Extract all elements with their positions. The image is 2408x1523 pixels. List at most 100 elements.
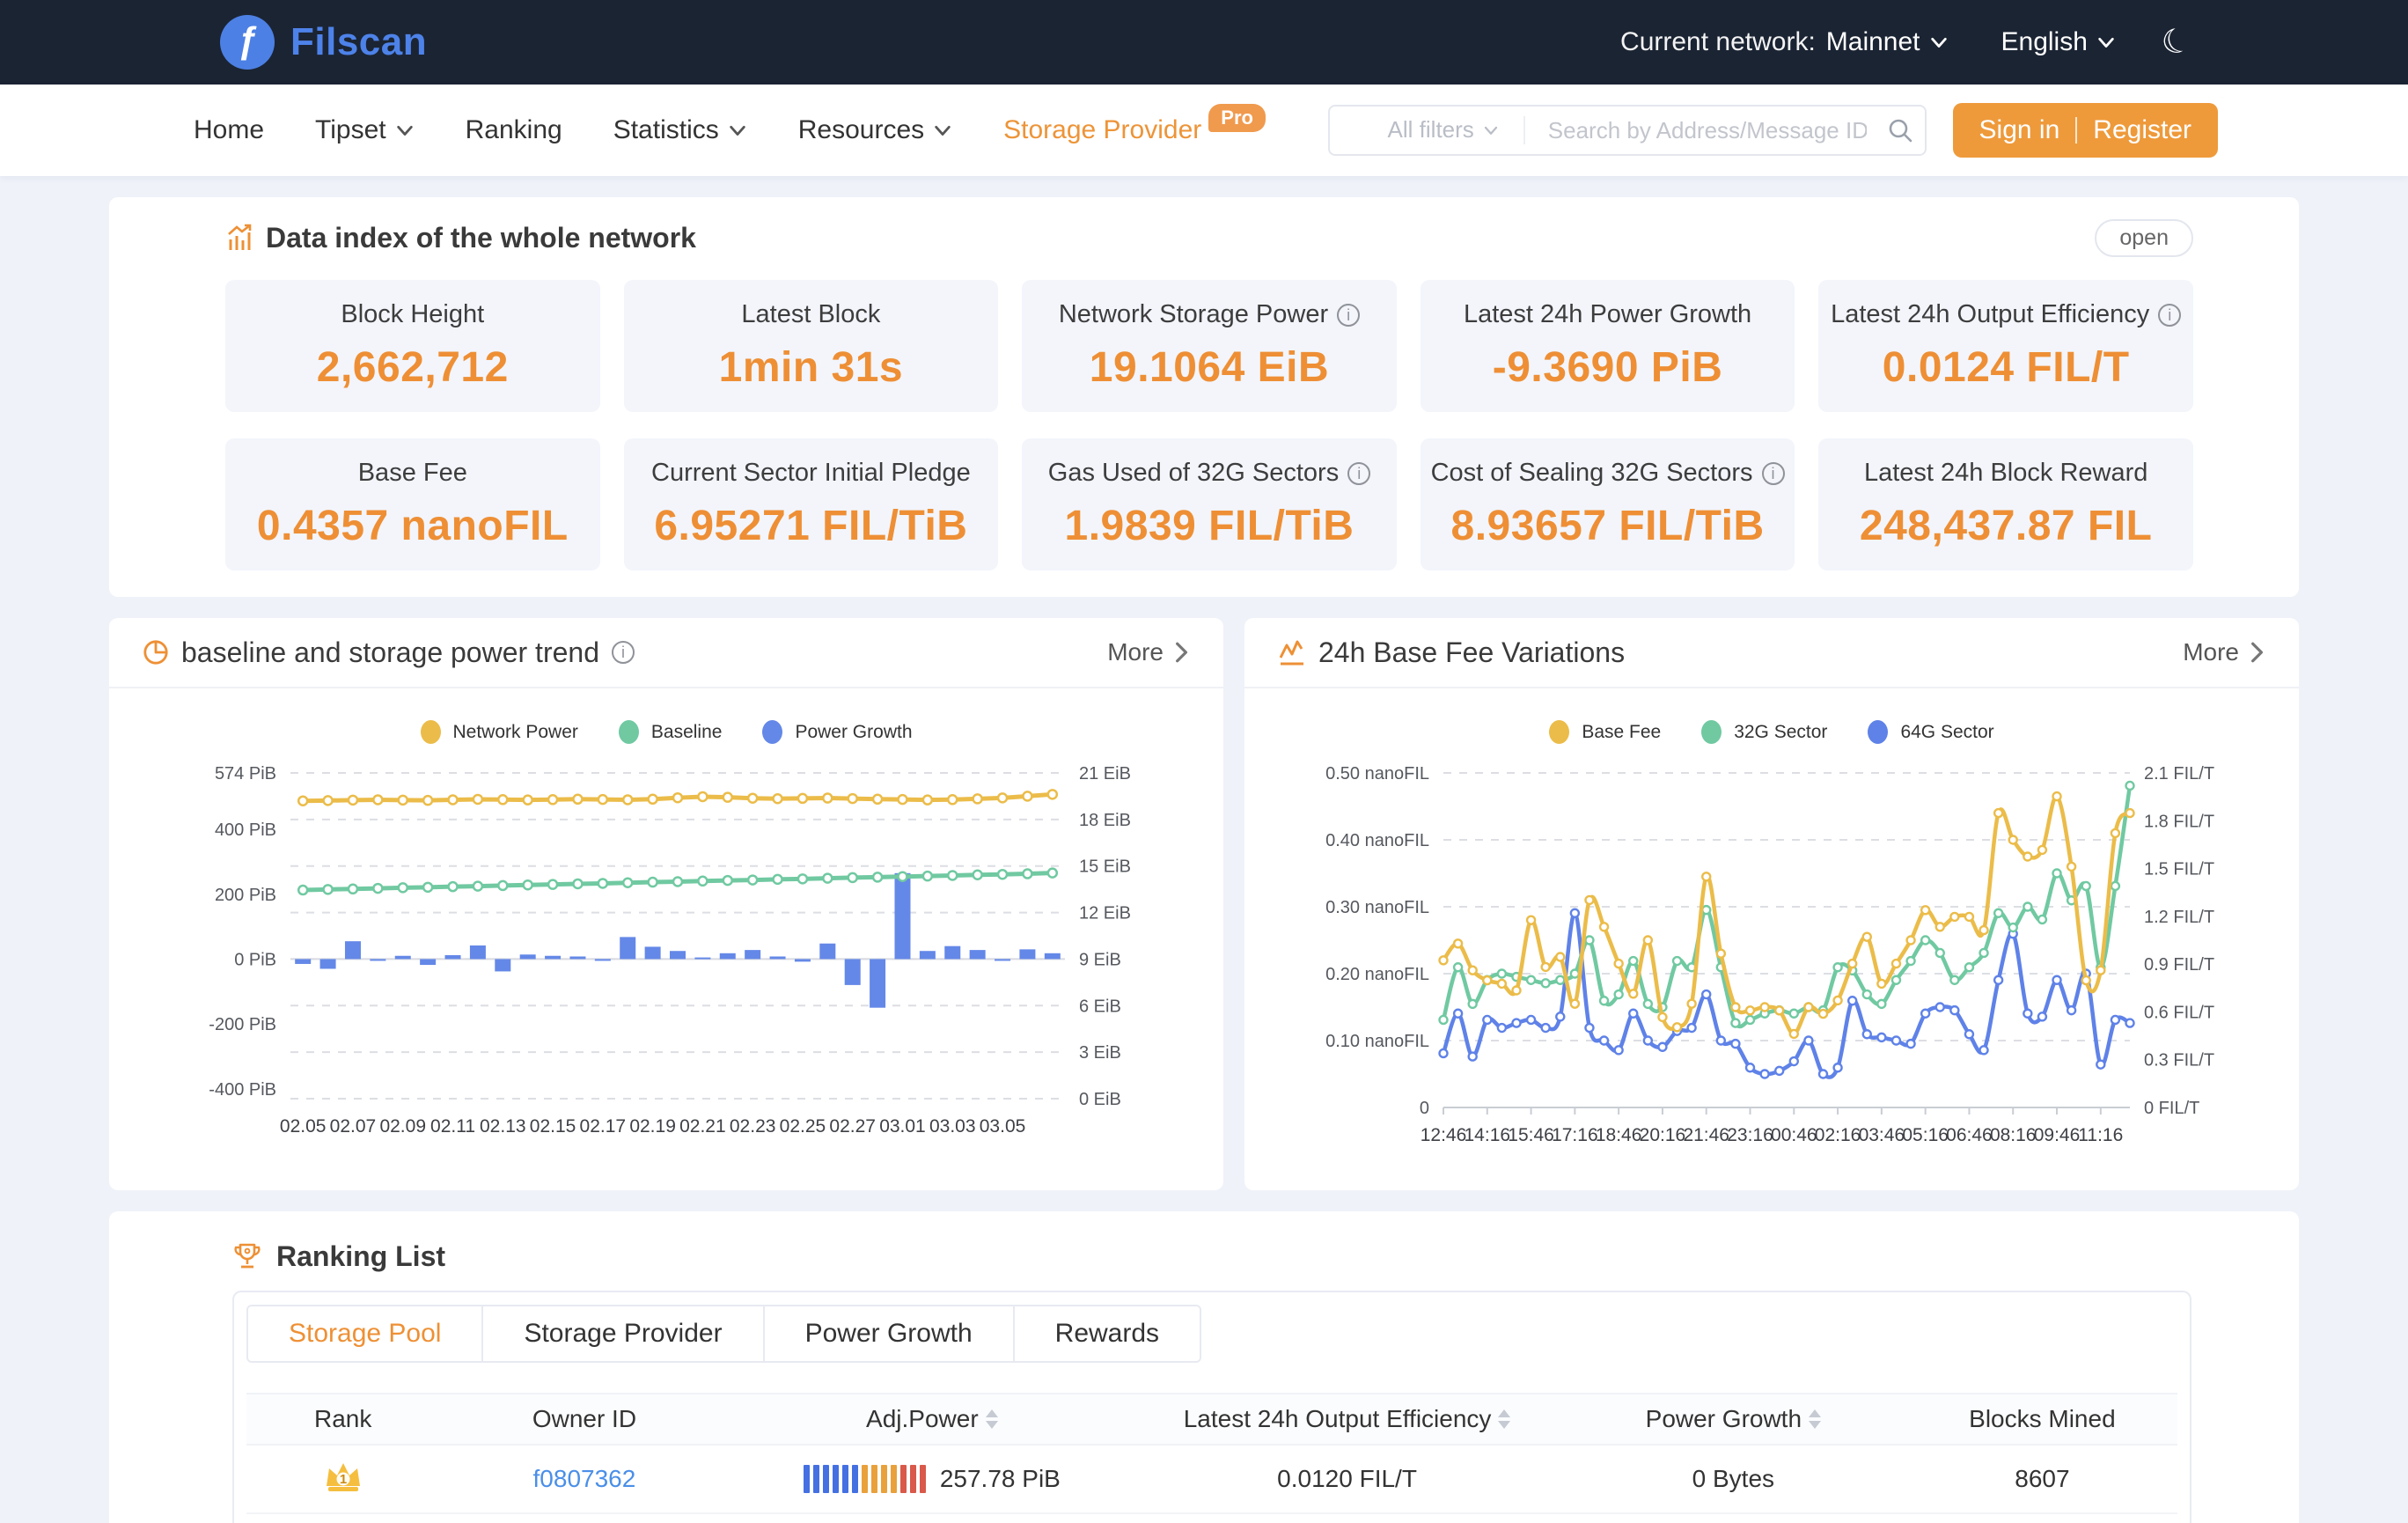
column-header-power-growth[interactable]: Power Growth	[1560, 1394, 1907, 1445]
tab-power-growth[interactable]: Power Growth	[763, 1306, 1013, 1361]
svg-text:15 EiB: 15 EiB	[1079, 857, 1131, 877]
table-row: 2f01900855237.77 PiB0.0110 FIL/T4.26 PiB…	[246, 1513, 2177, 1523]
sort-icon[interactable]	[1809, 1409, 1821, 1429]
column-header-inner: Latest 24h Output Efficiency	[1184, 1405, 1511, 1433]
sort-up-icon	[1498, 1409, 1510, 1417]
stripe-orange	[871, 1465, 877, 1493]
column-header-owner-id: Owner ID	[439, 1394, 729, 1445]
svg-text:2.1 FIL/T: 2.1 FIL/T	[2144, 764, 2214, 784]
stripe-red	[900, 1465, 907, 1493]
legend-item-baseline[interactable]: Baseline	[619, 720, 723, 744]
svg-text:02.23: 02.23	[730, 1116, 776, 1137]
stripe-orange	[862, 1465, 868, 1493]
brand[interactable]: ƒ Filscan	[220, 15, 427, 70]
svg-text:18 EiB: 18 EiB	[1079, 811, 1131, 830]
language-select[interactable]: English	[2001, 27, 2116, 57]
auth-divider	[2075, 117, 2077, 143]
stat-card-value: 6.95271 FIL/TiB	[654, 502, 967, 550]
legend-item-power-growth[interactable]: Power Growth	[762, 720, 912, 744]
network-select[interactable]: Mainnet	[1826, 27, 1949, 57]
stat-card-value: 248,437.87 FIL	[1860, 502, 2153, 550]
tab-storage-provider[interactable]: Storage Provider	[481, 1306, 762, 1361]
legend-item-network-power[interactable]: Network Power	[421, 720, 578, 744]
sign-in-label[interactable]: Sign in	[1979, 115, 2060, 145]
ranking-title: Ranking List	[276, 1240, 445, 1273]
stat-card-value: 0.0124 FIL/T	[1883, 343, 2130, 392]
auth-button[interactable]: Sign in Register	[1953, 103, 2218, 158]
svg-text:400 PiB: 400 PiB	[215, 820, 276, 840]
search-input[interactable]	[1525, 117, 1876, 144]
chart-legend: Base Fee 32G Sector 64G Sector	[1244, 720, 2299, 744]
stat-card-title: Block Height	[341, 300, 484, 329]
tab-rewards[interactable]: Rewards	[1013, 1306, 1200, 1361]
legend-item-32g-sector[interactable]: 32G Sector	[1701, 720, 1827, 744]
svg-text:-400 PiB: -400 PiB	[209, 1080, 276, 1100]
register-label[interactable]: Register	[2093, 115, 2191, 145]
nav-item-tipset[interactable]: Tipset	[315, 115, 415, 145]
owner-id-cell: f0807362	[439, 1445, 729, 1513]
stat-card-title: Latest 24h Output Efficiencyi	[1831, 300, 2181, 329]
sort-icon[interactable]	[1498, 1409, 1510, 1429]
stat-card-row: Block Height2,662,712Latest Block1min 31…	[225, 280, 2193, 412]
sort-down-icon	[1498, 1421, 1510, 1429]
stat-card-title-text: Network Storage Power	[1059, 300, 1328, 329]
svg-text:0 FIL/T: 0 FIL/T	[2144, 1099, 2199, 1118]
svg-text:17:16: 17:16	[1552, 1125, 1598, 1145]
stat-card-title: Network Storage Power i	[1059, 300, 1360, 329]
open-button[interactable]: open	[2095, 219, 2193, 257]
svg-text:-200 PiB: -200 PiB	[209, 1015, 276, 1034]
legend-item-base-fee[interactable]: Base Fee	[1549, 720, 1661, 744]
legend-dot	[1701, 720, 1722, 744]
owner-id-link[interactable]: f0807362	[533, 1465, 636, 1492]
table-header-row: Rank Owner ID Adj.Power Latest 24h Output E…	[246, 1394, 2177, 1445]
legend-item-64g-sector[interactable]: 64G Sector	[1868, 720, 1993, 744]
blocks-mined-cell: 90536	[1907, 1513, 2177, 1523]
svg-text:02.19: 02.19	[629, 1116, 676, 1137]
info-icon: i	[1762, 462, 1785, 485]
svg-text:0 PiB: 0 PiB	[234, 950, 276, 969]
svg-text:12:46: 12:46	[1421, 1125, 1467, 1145]
stat-card-title: Base Fee	[358, 459, 467, 488]
stat-card-value: -9.3690 PiB	[1493, 343, 1723, 392]
search-filter-select[interactable]: All filters	[1330, 116, 1525, 144]
stat-card-row: Base Fee0.4357 nanoFILCurrent Sector Ini…	[225, 438, 2193, 570]
filscan-logo-icon[interactable]: ƒ	[220, 15, 275, 70]
line-chart-icon	[1278, 638, 1306, 666]
svg-text:0.30 nanoFIL: 0.30 nanoFIL	[1325, 898, 1429, 917]
column-header-rank: Rank	[246, 1394, 439, 1445]
column-header-adj-power[interactable]: Adj.Power	[729, 1394, 1134, 1445]
stat-card-title: Current Sector Initial Pledge	[651, 459, 971, 488]
svg-text:23:16: 23:16	[1727, 1125, 1773, 1145]
column-header-latest-24h-output-efficiency[interactable]: Latest 24h Output Efficiency	[1134, 1394, 1560, 1445]
stat-card-value: 1.9839 FIL/TiB	[1065, 502, 1354, 550]
sort-icon[interactable]	[986, 1409, 998, 1429]
more-link[interactable]: More	[2183, 638, 2265, 666]
svg-text:1.5 FIL/T: 1.5 FIL/T	[2144, 860, 2214, 879]
dark-mode-toggle-icon[interactable]: ☾	[2157, 22, 2196, 63]
nav-item-ranking[interactable]: Ranking	[466, 115, 562, 145]
ranking-title-row: Ranking List	[232, 1234, 2191, 1278]
stat-card-title-text: Latest 24h Power Growth	[1464, 300, 1751, 329]
svg-text:0.40 nanoFIL: 0.40 nanoFIL	[1325, 831, 1429, 850]
tab-storage-pool[interactable]: Storage Pool	[248, 1306, 481, 1361]
info-icon: i	[1337, 304, 1360, 327]
search-box: All filters	[1328, 105, 1927, 156]
adj-power-wrap: 257.78 PiB	[729, 1465, 1134, 1493]
stat-card-title-text: Latest 24h Block Reward	[1864, 459, 2147, 488]
nav-item-storage-provider[interactable]: Storage ProviderPro	[1003, 115, 1266, 145]
chart-body: Network PowerBaselinePower Growth 0 EiB3…	[109, 688, 1223, 1188]
column-header-inner: Owner ID	[532, 1405, 636, 1433]
base-fee-chart-card: 24h Base Fee Variations More Base Fee32G…	[1244, 618, 2299, 1190]
stat-card-title: Cost of Sealing 32G Sectorsi	[1431, 459, 1785, 488]
brand-name[interactable]: Filscan	[290, 20, 427, 64]
search-icon[interactable]	[1876, 116, 1925, 144]
nav-item-resources[interactable]: Resources	[798, 115, 952, 145]
table-row: 1f0807362257.78 PiB0.0120 FIL/T0 Bytes86…	[246, 1445, 2177, 1513]
stripe-blue	[833, 1465, 839, 1493]
svg-text:02.07: 02.07	[330, 1116, 377, 1137]
nav-item-home[interactable]: Home	[194, 115, 264, 145]
stripe-red	[920, 1465, 926, 1493]
svg-text:1.8 FIL/T: 1.8 FIL/T	[2144, 812, 2214, 831]
more-link[interactable]: More	[1107, 638, 1190, 666]
nav-item-statistics[interactable]: Statistics	[613, 115, 747, 145]
